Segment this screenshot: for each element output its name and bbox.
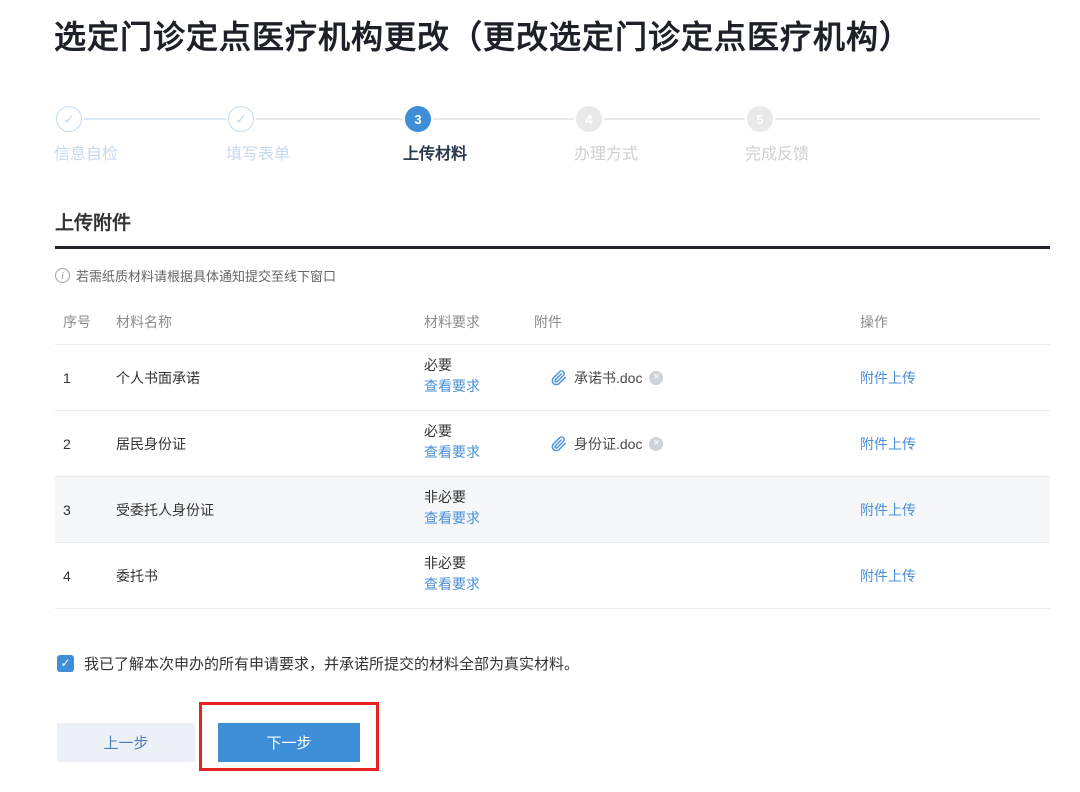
requirement-level: 必要 (424, 357, 452, 373)
materials-table: 序号 材料名称 材料要求 附件 操作 1 个人书面承诺 必要 查看要求 承诺书.… (55, 300, 1050, 609)
attachment-filename: 承诺书.doc (574, 370, 643, 386)
paperclip-icon (551, 370, 567, 386)
attachment-filename: 身份证.doc (574, 436, 643, 452)
header-requirement: 材料要求 (424, 314, 480, 330)
checkbox-check-icon: ✓ (60, 656, 71, 670)
material-row: 1 个人书面承诺 必要 查看要求 承诺书.doc × 附件上传 (55, 345, 1050, 411)
step-3-label: 上传材料 (403, 146, 468, 163)
upload-attachment-link[interactable]: 附件上传 (860, 433, 916, 455)
row-name: 委托书 (116, 568, 158, 584)
material-row: 4 委托书 非必要 查看要求 附件上传 (55, 543, 1050, 609)
view-requirements-link[interactable]: 查看要求 (424, 378, 480, 394)
step-1-label: 信息自检 (54, 146, 119, 163)
row-name: 个人书面承诺 (116, 370, 200, 386)
step-number: 4 (585, 111, 593, 127)
step-4-label: 办理方式 (574, 146, 639, 163)
step-4-circle: 4 (576, 106, 602, 132)
requirement-level: 非必要 (424, 555, 466, 571)
row-name: 居民身份证 (116, 436, 186, 452)
stepper-connector (256, 118, 403, 120)
attachment-chip: 承诺书.doc × (551, 368, 664, 388)
step-1-circle: ✓ (56, 106, 82, 132)
notice-line: i 若需纸质材料请根据具体通知提交至线下窗口 (55, 266, 336, 285)
header-attachment: 附件 (534, 314, 562, 330)
stepper: ✓ ✓ 3 4 5 信息自检 填写表单 上传材料 办理方式 完成反馈 (0, 0, 1080, 170)
notice-text: 若需纸质材料请根据具体通知提交至线下窗口 (76, 269, 337, 284)
requirement-level: 非必要 (424, 489, 466, 505)
heading-underline (55, 246, 1050, 249)
attachment-chip: 身份证.doc × (551, 434, 664, 454)
table-header-row: 序号 材料名称 材料要求 附件 操作 (55, 300, 1050, 345)
agreement-row: ✓ 我已了解本次申办的所有申请要求，并承诺所提交的材料全部为真实材料。 (57, 648, 579, 678)
check-icon: ✓ (63, 110, 75, 127)
remove-attachment-icon[interactable]: × (649, 437, 664, 451)
row-no: 2 (63, 436, 71, 452)
view-requirements-link[interactable]: 查看要求 (424, 444, 480, 460)
next-step-button[interactable]: 下一步 (218, 723, 360, 762)
stepper-connector (604, 118, 745, 120)
row-no: 3 (63, 502, 71, 518)
info-icon: i (55, 268, 70, 283)
row-no: 1 (63, 370, 71, 386)
row-no: 4 (63, 568, 71, 584)
row-name: 受委托人身份证 (116, 502, 214, 518)
material-row: 3 受委托人身份证 非必要 查看要求 附件上传 (55, 477, 1050, 543)
header-no: 序号 (63, 314, 91, 330)
upload-attachment-link[interactable]: 附件上传 (860, 499, 916, 521)
step-3-circle: 3 (405, 106, 431, 132)
upload-attachment-link[interactable]: 附件上传 (860, 367, 916, 389)
agreement-checkbox[interactable]: ✓ (57, 654, 74, 672)
section-heading: 上传附件 (55, 213, 132, 234)
stepper-connector (84, 118, 226, 120)
remove-attachment-icon[interactable]: × (649, 371, 664, 385)
header-name: 材料名称 (116, 314, 172, 330)
agreement-text: 我已了解本次申办的所有申请要求，并承诺所提交的材料全部为真实材料。 (84, 655, 580, 673)
view-requirements-link[interactable]: 查看要求 (424, 576, 480, 592)
header-action: 操作 (860, 314, 888, 330)
paperclip-icon (551, 436, 567, 452)
upload-attachment-link[interactable]: 附件上传 (860, 565, 916, 587)
step-number: 3 (414, 111, 422, 127)
check-icon: ✓ (235, 110, 247, 127)
step-2-label: 填写表单 (226, 146, 291, 163)
step-2-circle: ✓ (228, 106, 254, 132)
step-number: 5 (756, 111, 764, 127)
prev-step-button[interactable]: 上一步 (57, 723, 195, 762)
requirement-level: 必要 (424, 423, 452, 439)
material-row: 2 居民身份证 必要 查看要求 身份证.doc × 附件上传 (55, 411, 1050, 477)
upload-materials-page: 选定门诊定点医疗机构更改（更改选定门诊定点医疗机构） ✓ ✓ 3 4 5 信息自… (0, 0, 1080, 792)
step-5-label: 完成反馈 (745, 146, 810, 163)
stepper-connector (433, 118, 574, 120)
stepper-connector (775, 118, 1040, 120)
step-5-circle: 5 (747, 106, 773, 132)
view-requirements-link[interactable]: 查看要求 (424, 510, 480, 526)
